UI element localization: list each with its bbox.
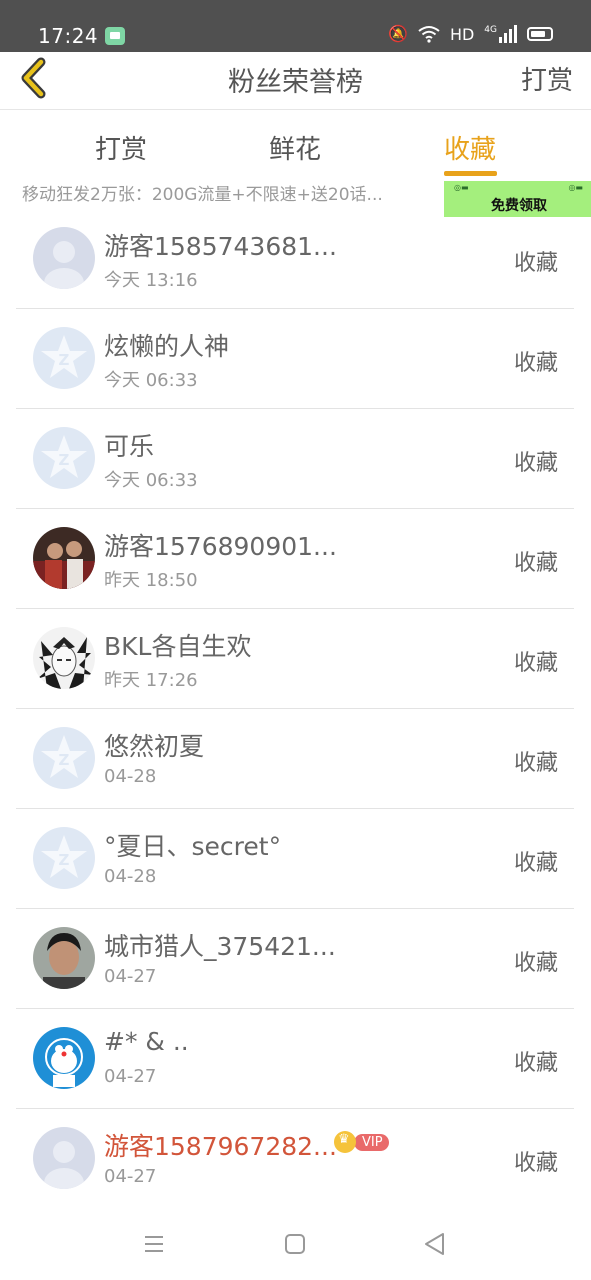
network-type-label: HD xyxy=(449,24,475,44)
battery-icon xyxy=(527,27,553,41)
list-item[interactable]: BKL各自生欢 昨天 17:26 收藏 xyxy=(16,609,574,709)
list-time: 昨天 17:26 xyxy=(104,670,198,691)
user-name: 游客1576890901... xyxy=(104,532,337,561)
crown-icon xyxy=(334,1131,356,1153)
vip-badge: VIP xyxy=(334,1131,389,1153)
list-item[interactable]: Z 可乐 今天 06:33 收藏 xyxy=(16,409,574,509)
default-avatar-icon[interactable] xyxy=(33,1127,95,1189)
action-label: 收藏 xyxy=(513,1051,558,1076)
qq-star-avatar-icon[interactable]: Z xyxy=(33,827,95,889)
anime-avatar-icon[interactable] xyxy=(33,627,95,689)
home-icon[interactable] xyxy=(277,1228,313,1260)
default-avatar-icon[interactable] xyxy=(33,227,95,289)
message-notification-icon xyxy=(105,27,125,45)
doraemon-avatar-icon[interactable] xyxy=(33,1027,95,1089)
list-time: 今天 06:33 xyxy=(104,370,198,391)
user-name: 炫懒的人神 xyxy=(104,332,230,361)
tab-favorites[interactable]: 收藏 xyxy=(444,129,496,166)
list-item[interactable]: Z 悠然初夏 04-28 收藏 xyxy=(16,709,574,809)
carrier-logo-icon: ◎▬ xyxy=(454,183,469,192)
user-name: 游客1585743681... xyxy=(104,232,337,261)
reward-button[interactable]: 打赏 xyxy=(521,60,573,97)
page-title: 粉丝荣誉榜 xyxy=(228,67,363,98)
wifi-icon xyxy=(418,26,440,43)
user-name: 可乐 xyxy=(104,432,155,461)
user-name: #* & .. xyxy=(104,1027,189,1056)
user-name: °夏日、secret° xyxy=(104,832,282,861)
back-nav-icon[interactable] xyxy=(417,1228,453,1260)
ad-text[interactable]: 移动狂发2万张：200G流量+不限速+送20话... xyxy=(22,180,383,205)
active-tab-indicator xyxy=(444,171,497,176)
list-time: 04-27 xyxy=(104,1166,157,1187)
action-label: 收藏 xyxy=(513,951,558,976)
tab-reward[interactable]: 打赏 xyxy=(95,129,147,166)
qq-star-avatar-icon[interactable]: Z xyxy=(33,427,95,489)
svg-text:Z: Z xyxy=(59,451,70,469)
status-time: 17:24 xyxy=(38,24,99,48)
tab-flowers[interactable]: 鲜花 xyxy=(269,129,321,166)
list-item[interactable]: 城市猎人_375421... 04-27 收藏 xyxy=(16,909,574,1009)
system-nav-bar xyxy=(0,1208,591,1280)
list-time: 今天 06:33 xyxy=(104,470,198,491)
tab-bar: 打赏 鲜花 收藏 xyxy=(0,111,591,181)
signal-icon: 4G xyxy=(484,25,517,43)
qq-star-avatar-icon[interactable]: Z xyxy=(33,327,95,389)
qq-star-avatar-icon[interactable]: Z xyxy=(33,727,95,789)
app-header: 粉丝荣誉榜 打赏 xyxy=(0,52,591,110)
user-name: 游客1587967282... xyxy=(104,1132,337,1161)
list-time: 04-28 xyxy=(104,866,157,887)
list-item[interactable]: 游客1576890901... 昨天 18:50 收藏 xyxy=(16,509,574,609)
fan-list: 游客1585743681... 今天 13:16 收藏 Z 炫懒的人神 今天 0… xyxy=(16,209,574,1209)
svg-text:Z: Z xyxy=(59,751,70,769)
list-time: 今天 13:16 xyxy=(104,270,198,291)
list-item[interactable]: #* & .. 04-27 收藏 xyxy=(16,1009,574,1109)
list-item[interactable]: 游客1585743681... 今天 13:16 收藏 xyxy=(16,209,574,309)
status-bar: 17:24 🔕 HD 4G xyxy=(0,0,591,52)
user-name: 悠然初夏 xyxy=(104,732,205,761)
signal-label: 4G xyxy=(484,25,497,35)
menu-icon[interactable] xyxy=(136,1228,172,1260)
action-label: 收藏 xyxy=(513,551,558,576)
status-icons: 🔕 HD 4G xyxy=(388,24,553,44)
action-label: 收藏 xyxy=(513,251,558,276)
svg-text:Z: Z xyxy=(59,351,70,369)
photo-avatar-icon[interactable] xyxy=(33,527,95,589)
list-item[interactable]: Z °夏日、secret° 04-28 收藏 xyxy=(16,809,574,909)
action-label: 收藏 xyxy=(513,1151,558,1176)
photo-avatar-icon[interactable] xyxy=(33,927,95,989)
action-label: 收藏 xyxy=(513,351,558,376)
list-time: 昨天 18:50 xyxy=(104,570,198,591)
action-label: 收藏 xyxy=(513,751,558,776)
user-name: 城市猎人_375421... xyxy=(104,932,336,961)
list-time: 04-28 xyxy=(104,766,157,787)
list-item[interactable]: Z 炫懒的人神 今天 06:33 收藏 xyxy=(16,309,574,409)
list-time: 04-27 xyxy=(104,966,157,987)
action-label: 收藏 xyxy=(513,851,558,876)
mute-vibrate-icon: 🔕 xyxy=(388,24,408,43)
svg-text:Z: Z xyxy=(59,851,70,869)
user-name: BKL各自生欢 xyxy=(104,632,252,661)
list-item[interactable]: 游客1587967282... VIP 04-27 收藏 xyxy=(16,1109,574,1209)
action-label: 收藏 xyxy=(513,651,558,676)
vip-label: VIP xyxy=(354,1133,389,1151)
action-label: 收藏 xyxy=(513,451,558,476)
list-time: 04-27 xyxy=(104,1066,157,1087)
carrier-logo-icon: ◎▬ xyxy=(568,183,583,192)
